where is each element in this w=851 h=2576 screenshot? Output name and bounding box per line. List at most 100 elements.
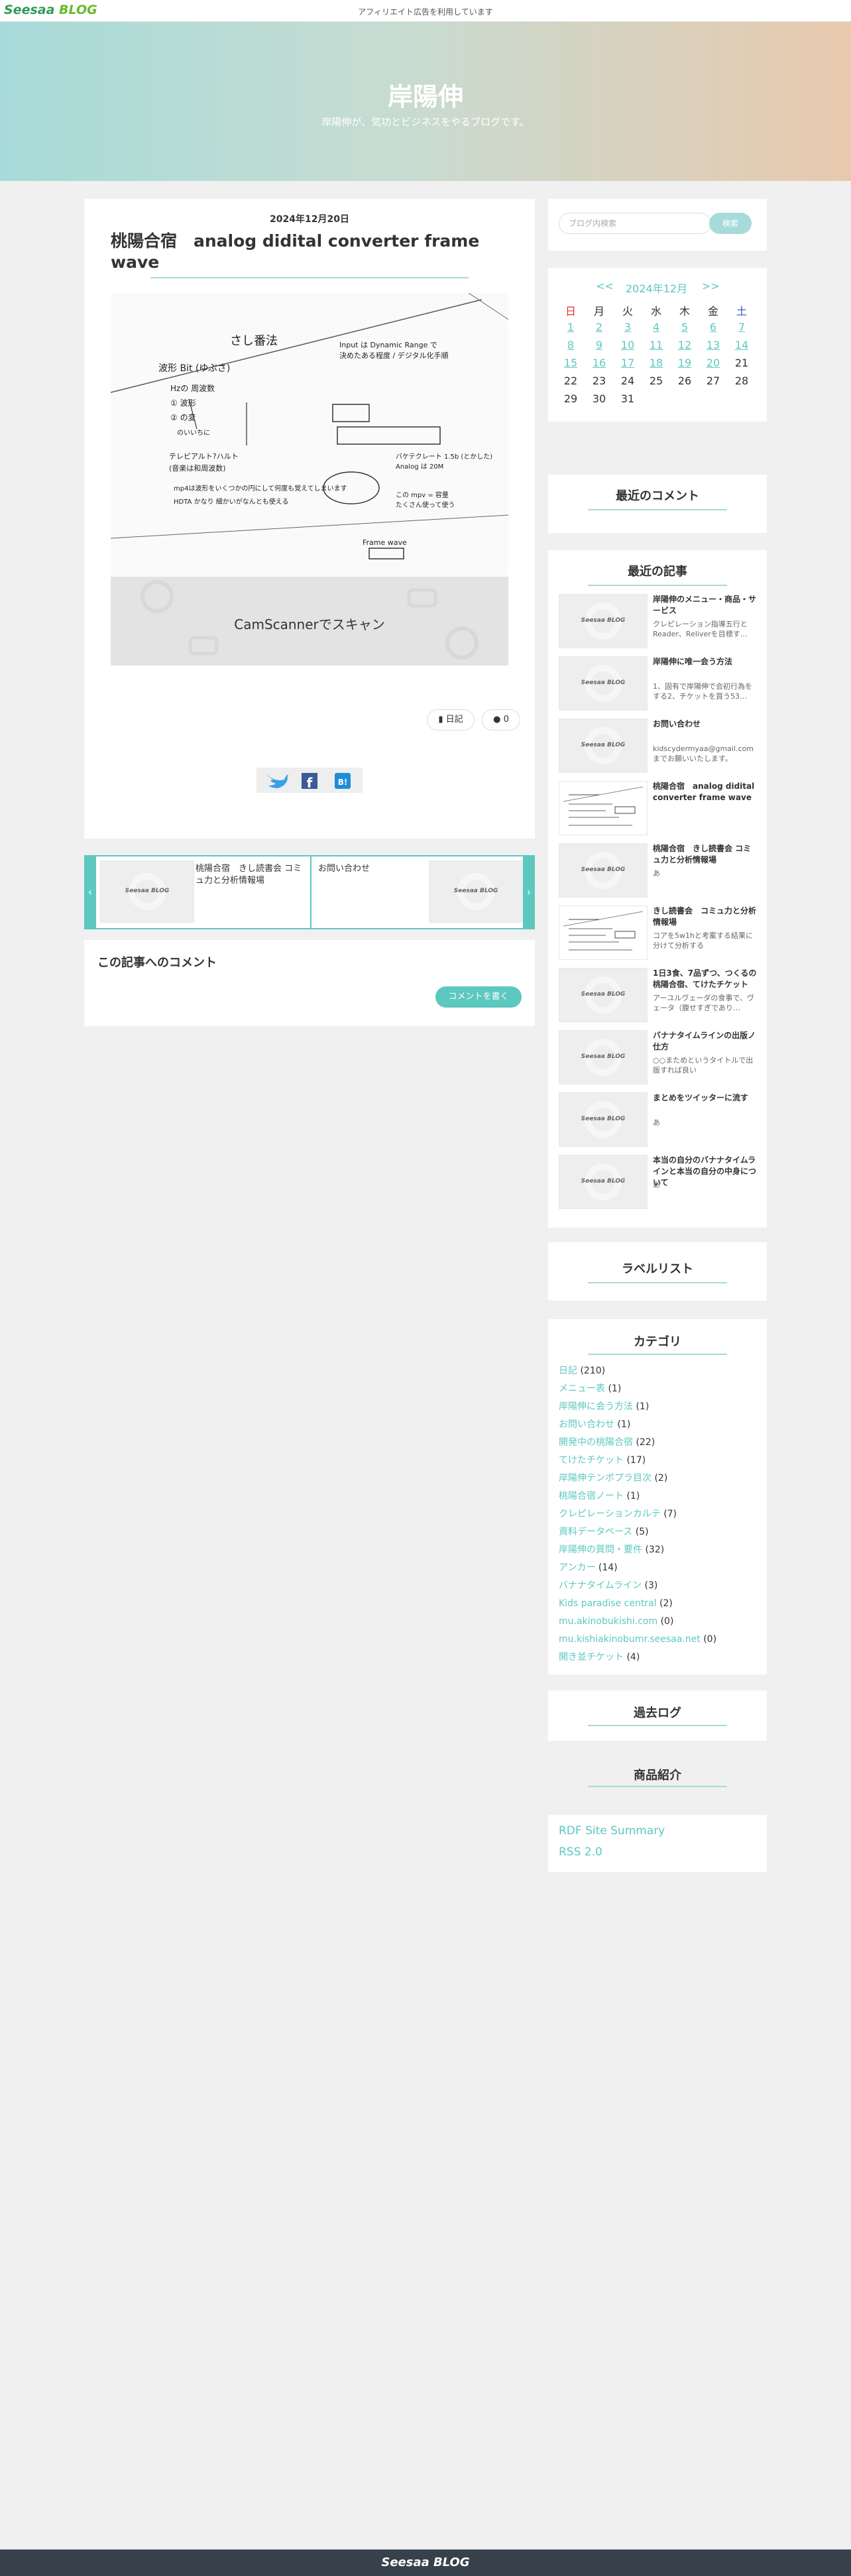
calendar-day[interactable]: 5	[671, 321, 698, 333]
calendar-day[interactable]: 2	[586, 321, 612, 333]
thumb-logo: Seesaa BLOG	[581, 742, 626, 748]
calendar-day[interactable]: 12	[671, 339, 698, 351]
category-link[interactable]: てけたチケット	[559, 1455, 624, 1466]
calendar-day[interactable]: 7	[728, 321, 755, 333]
category-link[interactable]: 岸陽伸に会う方法	[559, 1401, 633, 1412]
post-title[interactable]: 桃陽合宿 analog didital converter frame wave	[111, 231, 508, 273]
write-comment-button[interactable]: コメントを書く	[435, 986, 522, 1008]
calendar-day[interactable]: 13	[700, 339, 726, 351]
recent-post-title: 岸陽伸のメニュー・商品・サービス	[653, 595, 757, 615]
calendar-day[interactable]: 18	[643, 357, 669, 369]
recent-post-thumb: Seesaa BLOG	[559, 656, 648, 711]
recent-post-item[interactable]: Seesaa BLOG 岸陽伸に唯一会う方法 1、固有で岸陽伸で会初行為をする2、チ…	[559, 656, 752, 711]
category-count: (0)	[660, 1616, 674, 1627]
category-link[interactable]: メニュー表	[559, 1383, 605, 1394]
category-link[interactable]: 開発中の桃陽合宿	[559, 1437, 633, 1448]
category-link[interactable]: 桃陽合宿ノート	[559, 1491, 624, 1501]
post-image[interactable]: さし番法 Input は Dynamic Range で 決めたある程度 / デ…	[111, 293, 508, 666]
thumb-logo: Seesaa BLOG	[581, 617, 626, 624]
recent-post-item[interactable]: Seesaa BLOG バナナタイムラインの出版ノ仕方 ○○まためというタイトルで出…	[559, 1030, 756, 1084]
category-item: Kids paradise central (2)	[559, 1597, 673, 1610]
tag-pill[interactable]: ▮ 日記	[427, 709, 475, 731]
next-post-link[interactable]: お問い合わせ Seesaa BLOG	[310, 855, 526, 929]
calendar-day[interactable]: 17	[614, 357, 641, 369]
thumb-logo: Seesaa BLOG	[581, 991, 626, 998]
category-link[interactable]: 日記	[559, 1366, 577, 1376]
calendar-day[interactable]: 3	[614, 321, 641, 333]
calendar-day[interactable]: 20	[700, 357, 726, 369]
recent-post-thumb: Seesaa BLOG	[559, 1092, 648, 1147]
calendar-day[interactable]: 4	[643, 321, 669, 333]
rss-feed-link[interactable]: RSS 2.0	[559, 1845, 602, 1859]
scan-heading: さし番法	[230, 334, 278, 348]
category-link[interactable]: 開き並チケット	[559, 1652, 624, 1663]
recent-post-item[interactable]: 桃陽合宿 analog didital converter frame wave	[559, 781, 754, 835]
category-link[interactable]: mu.kishiakinobumr.seesaa.net	[559, 1634, 701, 1645]
search-button[interactable]: 検索	[709, 213, 752, 234]
category-link[interactable]: 岸陽伸テンポプラ目次	[559, 1473, 652, 1484]
calendar-day[interactable]: 10	[614, 339, 641, 351]
category-item: メニュー表 (1)	[559, 1382, 621, 1395]
section-divider	[588, 1354, 727, 1355]
calendar-day[interactable]: 11	[643, 339, 669, 351]
calendar-next[interactable]: >>	[702, 280, 720, 292]
recent-post-item[interactable]: Seesaa BLOG まとめをツイッターに流すあ	[559, 1092, 751, 1147]
section-divider	[588, 1725, 727, 1726]
recent-post-item[interactable]: Seesaa BLOG 1日3食、7品ずつ、つくるの桃陽合宿、てけたチケット アーユ…	[559, 968, 756, 1022]
facebook-icon[interactable]: f	[302, 773, 317, 791]
calendar-weekday: 日	[565, 305, 576, 318]
recent-post-item[interactable]: Seesaa BLOG 本当の自分のバナナタイムラインと本当の自分の中身についてあ	[559, 1155, 756, 1209]
scan-box-3	[369, 548, 404, 559]
category-item: 資料データベース (5)	[559, 1525, 649, 1539]
category-link[interactable]: 資料データベース	[559, 1527, 632, 1537]
comment-count-pill[interactable]: ● 0	[482, 709, 520, 731]
recent-post-excerpt: kidscydermyaa@gmail.comまでお願いいたします。	[653, 744, 754, 763]
recent-post-item[interactable]: Seesaa BLOG お問い合わせ kidscydermyaa@gmail.com…	[559, 719, 754, 773]
category-link[interactable]: クレピレーションカルテ	[559, 1509, 661, 1519]
category-item: 岸陽伸の質問・要件 (32)	[559, 1543, 664, 1556]
scan-note: (音楽は和周波数)	[169, 463, 226, 473]
recent-post-item[interactable]: きし読書会 コミュ力と分析情報場 コアを5w1hと考案する結果に分けて分析する	[559, 906, 756, 960]
calendar-month[interactable]: 2024年12月	[626, 280, 687, 296]
category-link[interactable]: 岸陽伸の質問・要件	[559, 1545, 642, 1555]
recent-post-item[interactable]: Seesaa BLOG 岸陽伸のメニュー・商品・サービス クレピレーション指導五行と…	[559, 594, 756, 648]
rdf-feed-link[interactable]: RDF Site Summary	[559, 1824, 665, 1838]
calendar-day[interactable]: 1	[557, 321, 584, 333]
calendar-day: 28	[734, 375, 749, 387]
category-item: てけたチケット (17)	[559, 1454, 646, 1467]
prev-post-link[interactable]: Seesaa BLOG 桃陽合宿 きし読書会 コミュ力と分析情報場	[96, 855, 310, 929]
calendar-day[interactable]: 15	[557, 357, 584, 369]
category-link[interactable]: mu.akinobukishi.com	[559, 1616, 657, 1627]
search-input[interactable]: ブログ内検索	[559, 213, 711, 234]
calendar-day[interactable]: 8	[557, 339, 584, 351]
labels-title: ラベルリスト	[622, 1262, 693, 1276]
calendar-day[interactable]: 16	[586, 357, 612, 369]
calendar-weekday: 月	[593, 305, 604, 318]
recent-post-item[interactable]: Seesaa BLOG 桃陽合宿 きし読書会 コミュ力と分析情報場あ	[559, 843, 751, 898]
category-link[interactable]: アンカー	[559, 1562, 595, 1573]
hatena-bookmark-icon[interactable]: B!	[335, 773, 351, 789]
twitter-icon[interactable]	[268, 774, 288, 788]
calendar-day[interactable]: 19	[671, 357, 698, 369]
thumb-logo: Seesaa BLOG	[581, 679, 626, 686]
blog-title[interactable]: 岸陽伸	[0, 76, 851, 113]
calendar-day[interactable]: 6	[700, 321, 726, 333]
thumb-logo: Seesaa BLOG	[581, 1053, 626, 1060]
scan-note: HDTA かなり 細かいがなんとも使える	[174, 497, 288, 506]
category-link[interactable]: お問い合わせ	[559, 1419, 614, 1430]
recent-post-title: 桃陽合宿 きし読書会 コミュ力と分析情報場	[653, 844, 752, 864]
next-post-arrow[interactable]: ›	[523, 855, 535, 929]
prev-post-arrow[interactable]: ‹	[84, 855, 96, 929]
blog-description: 岸陽伸が、気功とビジネスをやるブログです。	[321, 116, 530, 128]
calendar-day[interactable]: 14	[728, 339, 755, 351]
next-post-title: お問い合わせ	[318, 864, 370, 874]
footer-logo[interactable]: Seesaa BLOG	[0, 2555, 851, 2569]
category-count: (22)	[636, 1437, 655, 1448]
calendar-day: 30	[592, 392, 606, 405]
calendar-day[interactable]: 9	[586, 339, 612, 351]
archive-widget: 過去ログ	[548, 1690, 767, 1741]
category-link[interactable]: バナナタイムライン	[559, 1580, 642, 1591]
calendar-day: 23	[592, 375, 606, 387]
calendar-prev[interactable]: <<	[596, 280, 614, 292]
category-link[interactable]: Kids paradise central	[559, 1598, 657, 1609]
